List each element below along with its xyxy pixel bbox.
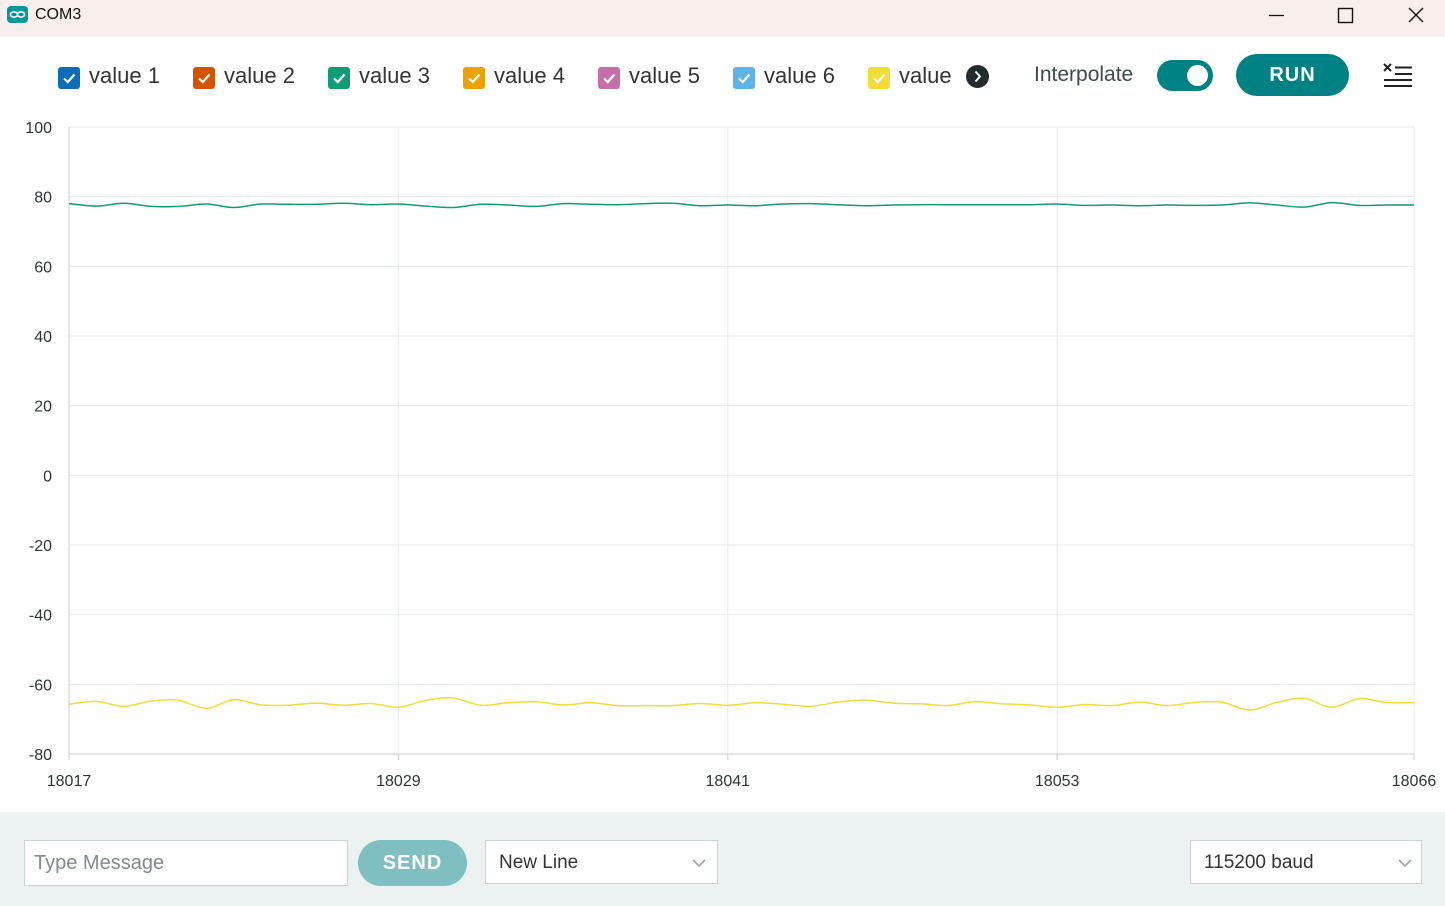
chevron-down-icon [692, 859, 706, 868]
x-tick-label: 18066 [1392, 773, 1437, 790]
y-tick-label: -40 [29, 608, 52, 625]
y-tick-label: 80 [34, 190, 52, 207]
line-ending-value: New Line [499, 852, 579, 873]
chevron-down-icon [1398, 859, 1412, 868]
plot-area: 100 80 60 40 20 0 -20 -40 -60 -80 18017 18029 18041 1… [25, 120, 1437, 790]
x-tick-label: 18029 [376, 773, 421, 790]
y-tick-label: -60 [29, 677, 52, 694]
baud-rate-value: 115200 baud [1204, 852, 1314, 873]
series-line-1 [68, 201, 1414, 209]
message-input[interactable] [24, 840, 348, 886]
y-tick-label: 100 [25, 120, 52, 137]
x-tick-label: 18017 [47, 773, 92, 790]
send-button[interactable]: SEND [358, 840, 467, 886]
baud-rate-select[interactable]: 115200 baud [1190, 840, 1422, 884]
footer-bar: SEND New Line 115200 baud [0, 812, 1445, 906]
series-line-2 [68, 696, 1415, 711]
y-tick-label: -20 [29, 538, 52, 555]
y-tick-label: -80 [29, 747, 52, 764]
y-tick-label: 0 [43, 468, 52, 485]
y-tick-label: 40 [34, 329, 52, 346]
y-tick-label: 20 [34, 399, 52, 416]
y-tick-label: 60 [34, 259, 52, 276]
line-ending-select[interactable]: New Line [485, 840, 718, 884]
x-tick-label: 18053 [1035, 773, 1080, 790]
x-tick-label: 18041 [706, 773, 751, 790]
